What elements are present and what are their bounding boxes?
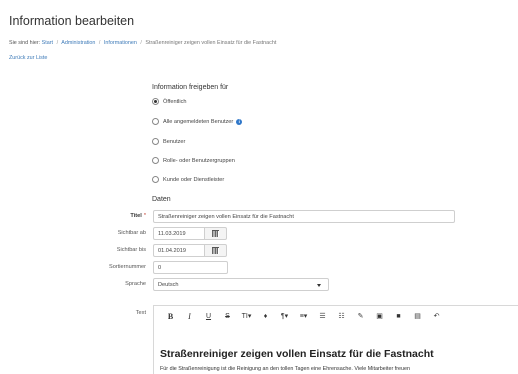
paragraph-button[interactable]: ¶▾ (275, 309, 294, 323)
breadcrumb-link-informationen[interactable]: Informationen (104, 40, 137, 46)
table-button[interactable]: ▤ (408, 309, 427, 323)
title-input[interactable]: Straßenreiniger zeigen vollen Einsatz fü… (153, 210, 455, 223)
color-button[interactable]: ♦ (256, 309, 275, 323)
radio-benutzer[interactable]: Benutzer (152, 138, 185, 145)
text-label: Text (135, 310, 146, 316)
radio-oeffentlich[interactable]: Öffentlich (152, 98, 187, 105)
radio-label: Rolle- oder Benutzergruppen (163, 157, 235, 164)
bold-button[interactable]: B (161, 309, 180, 323)
visible-to-calendar-button[interactable] (205, 244, 227, 257)
language-select[interactable]: Deutsch (153, 278, 329, 291)
underline-button[interactable]: U (199, 309, 218, 323)
sort-number-label: Sortiernummer (109, 264, 146, 270)
breadcrumb-separator: / (56, 40, 59, 46)
radio-button[interactable] (152, 138, 159, 145)
ordered-list-button[interactable]: ☷ (332, 309, 351, 323)
breadcrumb-link-administration[interactable]: Administration (61, 40, 95, 46)
breadcrumb-link-start[interactable]: Start (42, 40, 53, 46)
back-to-list-link[interactable]: Zurück zur Liste (9, 55, 47, 61)
radio-button[interactable] (152, 157, 159, 164)
radio-label: Alle angemeldeten Benutzer (163, 118, 234, 125)
release-heading: Information freigeben für (152, 84, 229, 91)
calendar-icon (212, 230, 219, 237)
page-title: Information bearbeiten (9, 14, 135, 28)
breadcrumb-separator: / (98, 40, 101, 46)
visible-to-input[interactable]: 01.04.2019 (153, 244, 205, 257)
video-button[interactable]: ■ (389, 309, 408, 323)
editor-toolbar: B I U S TI▾ ♦ ¶▾ ≡▾ ☰ ☷ ✎ ▣ ■ ▤ ↶ (154, 306, 518, 326)
sort-number-input[interactable]: 0 (153, 261, 228, 274)
visible-from-calendar-button[interactable] (205, 227, 227, 240)
language-select-value: Deutsch (158, 282, 179, 288)
data-heading: Daten (152, 196, 171, 203)
language-label: Sprache (125, 281, 146, 287)
rich-text-editor[interactable]: B I U S TI▾ ♦ ¶▾ ≡▾ ☰ ☷ ✎ ▣ ■ ▤ ↶ Straße… (153, 305, 518, 374)
radio-alle-angemeldeten-benutzer[interactable]: Alle angemeldeten Benutzer i (152, 118, 243, 125)
undo-button[interactable]: ↶ (427, 309, 446, 323)
editor-paragraph: Für die Straßenreinigung ist die Reinigu… (160, 366, 411, 372)
strikethrough-button[interactable]: S (218, 309, 237, 323)
breadcrumb-current: Straßenreiniger zeigen vollen Einsatz fü… (145, 40, 277, 46)
radio-kunde-oder-dienstleister[interactable]: Kunde oder Dienstleister (152, 176, 224, 183)
image-button[interactable]: ▣ (370, 309, 389, 323)
visible-to-label: Sichtbar bis (116, 247, 146, 253)
align-button[interactable]: ≡▾ (294, 309, 313, 323)
visible-from-label: Sichtbar ab (117, 230, 146, 236)
breadcrumb-prefix: Sie sind hier: (9, 40, 41, 46)
title-label-text: Titel (130, 213, 142, 219)
radio-label: Benutzer (163, 138, 186, 145)
radio-label: Kunde oder Dienstleister (163, 176, 225, 183)
italic-button[interactable]: I (180, 309, 199, 323)
link-button[interactable]: ✎ (351, 309, 370, 323)
radio-rolle-oder-benutzergruppen[interactable]: Rolle- oder Benutzergruppen (152, 157, 235, 164)
calendar-icon (212, 247, 219, 254)
radio-button-selected[interactable] (152, 98, 159, 105)
radio-button[interactable] (152, 118, 159, 125)
font-size-button[interactable]: TI▾ (237, 309, 256, 323)
title-label: Titel * (66, 213, 146, 219)
breadcrumb-separator: / (140, 40, 142, 46)
radio-label: Öffentlich (163, 98, 187, 105)
visible-from-input[interactable]: 11.03.2019 (153, 227, 205, 240)
required-mark: * (143, 213, 146, 219)
page: Information bearbeiten Sie sind hier: St… (0, 0, 518, 374)
editor-heading: Straßenreiniger zeigen vollen Einsatz fü… (160, 348, 434, 360)
info-circle-icon[interactable]: i (236, 118, 243, 125)
breadcrumb: Sie sind hier: Start / Administration / … (9, 40, 276, 46)
radio-button[interactable] (152, 176, 159, 183)
unordered-list-button[interactable]: ☰ (313, 309, 332, 323)
caret-down-icon (317, 283, 321, 287)
